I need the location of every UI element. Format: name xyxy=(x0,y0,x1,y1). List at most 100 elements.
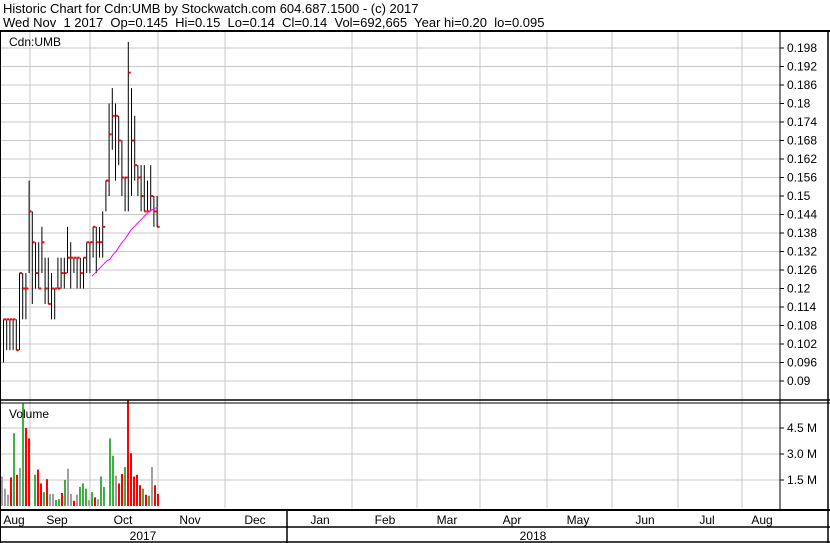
month-label: Jan xyxy=(310,513,329,527)
close-tick xyxy=(102,225,106,228)
price-tick-label: 0.108 xyxy=(787,319,817,333)
price-tick-label: 0.138 xyxy=(787,226,817,240)
close-tick xyxy=(51,287,54,290)
close-tick xyxy=(64,272,67,275)
price-tick-label: 0.126 xyxy=(787,263,817,277)
volume-bar xyxy=(37,469,39,506)
price-tick-label: 0.192 xyxy=(787,60,817,74)
month-label: Jun xyxy=(635,513,654,527)
close-tick xyxy=(121,176,125,179)
volume-bar xyxy=(13,433,15,506)
close-tick xyxy=(32,241,35,244)
volume-bar xyxy=(4,488,6,506)
volume-bar xyxy=(100,476,102,506)
volume-bar xyxy=(142,488,144,506)
close-tick xyxy=(16,349,19,352)
volume-bar xyxy=(121,473,123,506)
month-label: Feb xyxy=(375,513,396,527)
volume-bar xyxy=(112,455,114,506)
close-tick xyxy=(48,302,51,305)
close-tick xyxy=(144,210,147,213)
close-tick xyxy=(19,272,22,275)
year-label: 2018 xyxy=(520,529,547,543)
close-tick xyxy=(73,256,77,259)
close-tick xyxy=(3,318,6,321)
volume-bar xyxy=(124,467,126,506)
volume-bar xyxy=(118,483,120,506)
close-tick xyxy=(29,210,32,213)
price-tick-label: 0.114 xyxy=(787,300,816,314)
close-tick xyxy=(22,287,26,290)
close-tick xyxy=(153,210,157,213)
volume-bar xyxy=(67,468,69,506)
close-tick xyxy=(93,225,96,228)
volume-bar xyxy=(79,486,81,506)
close-tick xyxy=(45,287,48,290)
symbol-label: Cdn:UMB xyxy=(9,35,61,49)
volume-bar xyxy=(1,476,3,506)
year-label: 2017 xyxy=(130,529,157,543)
close-tick xyxy=(134,164,138,167)
volume-bar xyxy=(52,493,54,506)
price-tick-label: 0.12 xyxy=(787,282,811,296)
volume-bar xyxy=(139,485,141,506)
close-tick xyxy=(89,241,93,244)
volume-bar xyxy=(133,476,135,506)
close-tick xyxy=(131,139,134,142)
close-tick xyxy=(83,256,86,259)
volume-bar xyxy=(64,480,66,506)
month-label: May xyxy=(567,513,590,527)
volume-bar xyxy=(34,474,36,506)
volume-bar xyxy=(70,493,72,506)
volume-bar xyxy=(28,438,30,506)
volume-bar xyxy=(94,497,96,506)
volume-bar xyxy=(151,467,153,506)
close-tick xyxy=(86,241,90,244)
volume-bar xyxy=(61,493,63,506)
volume-bar xyxy=(109,438,111,506)
close-tick xyxy=(112,114,115,117)
volume-bar xyxy=(10,477,12,506)
volume-bar xyxy=(127,400,129,506)
volume-tick-label: 4.5 M xyxy=(787,421,817,435)
volume-bar xyxy=(145,494,147,506)
close-tick xyxy=(70,256,74,259)
close-tick xyxy=(9,318,13,321)
month-label: Jul xyxy=(699,513,714,527)
month-label: Nov xyxy=(179,513,200,527)
volume-bar xyxy=(73,500,75,506)
close-tick xyxy=(67,256,70,259)
month-label: Aug xyxy=(751,513,772,527)
price-tick-label: 0.09 xyxy=(787,374,811,388)
volume-bar xyxy=(82,483,84,506)
close-tick xyxy=(38,287,42,290)
volume-bar xyxy=(85,488,87,506)
stock-chart: 0.198 0.192 0.186 0.18 0.174 0.168 0.162 0.156 0… xyxy=(0,30,830,543)
price-tick-label: 0.156 xyxy=(787,171,817,185)
volume-bar xyxy=(43,492,45,506)
month-label: Aug xyxy=(3,513,24,527)
price-tick-label: 0.162 xyxy=(787,152,817,166)
close-tick xyxy=(105,179,109,182)
month-label: Apr xyxy=(503,513,522,527)
volume-bar xyxy=(148,495,150,506)
volume-bar xyxy=(88,499,90,506)
volume-label: Volume xyxy=(9,407,49,421)
volume-bar xyxy=(76,494,78,506)
volume-bar xyxy=(154,485,156,506)
close-tick xyxy=(35,272,38,275)
month-label: Mar xyxy=(437,513,458,527)
volume-bar xyxy=(136,474,138,506)
volume-bar xyxy=(157,493,159,506)
price-tick-label: 0.15 xyxy=(787,189,811,203)
volume-bar xyxy=(16,474,18,506)
volume-tick-label: 3.0 M xyxy=(787,447,817,461)
close-tick xyxy=(128,71,131,74)
price-tick-label: 0.144 xyxy=(787,208,817,222)
price-tick-label: 0.186 xyxy=(787,78,817,92)
volume-bar xyxy=(49,493,51,506)
volume-bar xyxy=(7,494,9,506)
volume-bar xyxy=(103,486,105,506)
volume-bar xyxy=(115,475,117,506)
month-label: Sep xyxy=(46,513,68,527)
